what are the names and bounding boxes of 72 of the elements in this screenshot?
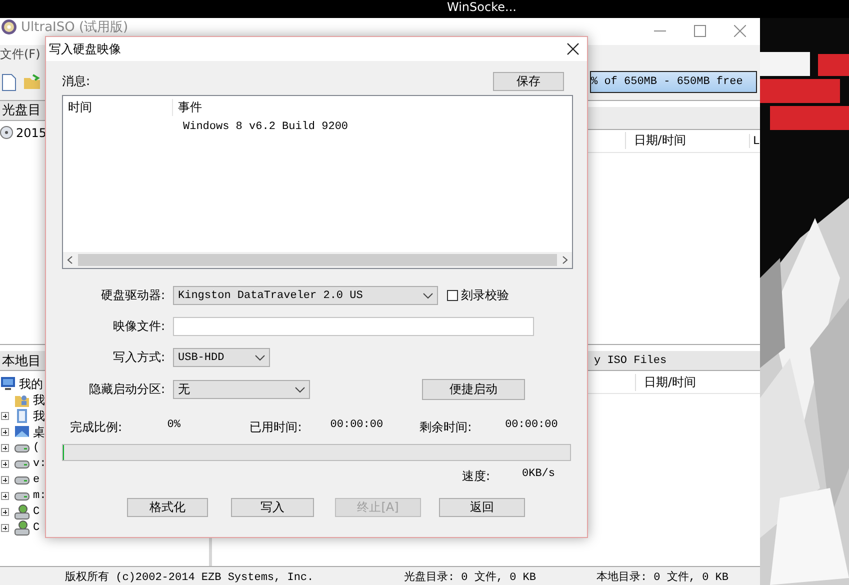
stat-label: 完成比例: <box>70 419 124 436</box>
computer-icon <box>0 376 16 392</box>
stat-label: 已用时间: <box>250 419 303 436</box>
status-text: 版权所有 (c)2002-2014 EZB Systems, Inc. <box>64 570 315 584</box>
drive-dropdown[interactable]: Kingston DataTraveler 2.0 US <box>173 286 438 305</box>
dialog-button[interactable]: 格式化 <box>127 498 208 517</box>
status-text: 光盘目录: 0 文件, 0 KB <box>402 570 537 584</box>
tree-item[interactable]: v: <box>33 458 46 470</box>
open-folder-icon[interactable] <box>24 74 41 90</box>
field-label: 隐藏启动分区: <box>88 381 165 398</box>
window-title: UltraISO (试用版) <box>21 19 128 36</box>
caret-icon[interactable] <box>423 292 433 298</box>
messages-label: 消息: <box>62 73 90 90</box>
speed-label: 速度: <box>462 468 492 485</box>
field-label: 映像文件: <box>112 318 165 335</box>
column-header[interactable]: 事件 <box>173 98 202 116</box>
column-header[interactable]: 日期/时间 <box>624 132 749 150</box>
expand-icon[interactable] <box>1 412 9 420</box>
column-header[interactable]: 时间 <box>63 98 173 116</box>
partition-dropdown[interactable]: 无 <box>173 380 310 399</box>
caret-icon[interactable] <box>295 386 305 392</box>
stat-value: 0% <box>167 419 182 433</box>
tree-item[interactable]: e <box>33 474 40 486</box>
dialog-button[interactable]: 返回 <box>439 498 525 517</box>
image-file-field[interactable] <box>173 317 534 336</box>
quick-boot-button[interactable]: 便捷启动 <box>422 379 525 400</box>
network-drive-icon <box>14 520 30 536</box>
tree-item[interactable]: 我 <box>33 408 45 425</box>
close-icon[interactable] <box>567 43 579 55</box>
checkbox-label[interactable]: 刻录校验 <box>461 287 509 304</box>
disc-icon <box>0 126 13 140</box>
column-header[interactable]: 日期/时间 <box>635 374 759 391</box>
new-file-icon[interactable] <box>2 74 16 91</box>
write-method-dropdown[interactable]: USB-HDD <box>173 348 270 367</box>
dialog-title: 写入硬盘映像 <box>49 40 121 58</box>
stat-value: 00:00:00 <box>505 419 559 433</box>
status-text: 本地目录: 0 文件, 0 KB <box>595 570 730 584</box>
tree-item[interactable]: 我 <box>33 392 45 409</box>
stat-label: 剩余时间: <box>420 419 473 436</box>
table-cell-text: Windows 8 v6.2 Build 9200 <box>182 121 348 133</box>
expand-icon[interactable] <box>1 444 9 452</box>
speed-value: 0KB/s <box>522 468 556 482</box>
network-drive-icon <box>14 504 30 520</box>
field-label: 写入方式: <box>112 349 165 366</box>
window-title: WinSocke... <box>447 0 516 14</box>
tree-item[interactable]: ( <box>33 442 40 454</box>
horizontal-scrollbar[interactable] <box>63 252 572 268</box>
save-button[interactable]: 保存 <box>493 72 564 91</box>
dialog-button[interactable]: 写入 <box>231 498 314 517</box>
caret-icon[interactable] <box>255 354 265 360</box>
expand-icon[interactable] <box>1 492 9 500</box>
expand-icon[interactable] <box>1 460 9 468</box>
tree-item[interactable]: C <box>33 506 40 518</box>
column-header[interactable]: L <box>748 134 760 148</box>
tree-item[interactable]: 我的 <box>19 376 43 393</box>
tree-item[interactable]: 2015 <box>16 126 47 140</box>
tree-item[interactable]: m: <box>33 490 46 502</box>
field-label: 硬盘驱动器: <box>100 287 165 304</box>
expand-icon[interactable] <box>1 476 9 484</box>
maximize-icon[interactable] <box>694 25 706 38</box>
tree-item[interactable]: C <box>33 522 40 534</box>
capacity-bar: % of 650MB - 650MB free <box>590 71 757 94</box>
expand-icon[interactable] <box>1 524 9 532</box>
menu-item[interactable]: 文件(F) <box>0 46 40 64</box>
expand-icon[interactable] <box>1 428 9 436</box>
pane-header: y ISO Files <box>594 354 667 367</box>
document-icon <box>14 408 30 424</box>
tree-item[interactable]: 桌 <box>33 424 45 441</box>
scrollbar-thumb[interactable] <box>78 254 557 266</box>
expand-icon[interactable] <box>1 508 9 516</box>
stat-value: 00:00:00 <box>330 419 384 433</box>
checkbox[interactable] <box>447 290 458 301</box>
